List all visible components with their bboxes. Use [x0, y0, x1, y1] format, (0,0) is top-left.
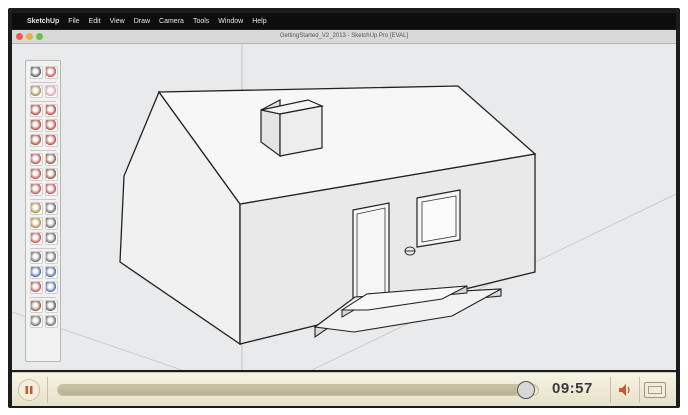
- dimension-tool-icon[interactable]: [45, 202, 58, 215]
- toolbar-separator: [30, 248, 56, 249]
- 3d-text-tool-icon[interactable]: [45, 232, 58, 245]
- section-plane-tool-icon[interactable]: [45, 315, 58, 328]
- move-tool-icon[interactable]: [30, 153, 43, 166]
- position-camera-tool-icon[interactable]: [30, 300, 43, 313]
- toolbar-separator: [30, 150, 56, 151]
- front-door: [352, 202, 390, 306]
- line-tool-icon[interactable]: [45, 104, 58, 117]
- menu-file[interactable]: File: [68, 18, 79, 25]
- tape-measure-tool-icon[interactable]: [30, 202, 43, 215]
- rectangle-tool-icon[interactable]: [30, 104, 43, 117]
- arc-tool-icon[interactable]: [45, 119, 58, 132]
- house-model-scene: [12, 44, 676, 370]
- scale-tool-icon[interactable]: [30, 183, 43, 196]
- pause-icon: [25, 386, 33, 394]
- freehand-tool-icon[interactable]: [45, 134, 58, 147]
- zoom-tool-icon[interactable]: [30, 266, 43, 279]
- look-around-tool-icon[interactable]: [30, 315, 43, 328]
- window-title-bar: GettingStarted_V2_2013 - SketchUp Pro [E…: [12, 30, 676, 44]
- offset-tool-icon[interactable]: [45, 183, 58, 196]
- window-title: GettingStarted_V2_2013 - SketchUp Pro [E…: [279, 33, 409, 39]
- protractor-tool-icon[interactable]: [30, 217, 43, 230]
- control-divider: [610, 377, 611, 403]
- video-player-controls: 09:57: [12, 372, 676, 406]
- toolbar-separator: [30, 199, 56, 200]
- zoom-extents-tool-icon[interactable]: [30, 281, 43, 294]
- select-tool-icon[interactable]: [30, 66, 43, 79]
- toolbar-separator: [30, 297, 56, 298]
- previous-view-tool-icon[interactable]: [45, 281, 58, 294]
- time-display: 09:57: [552, 380, 593, 397]
- seek-bar[interactable]: [57, 381, 539, 399]
- control-divider: [47, 377, 48, 403]
- modeling-viewport[interactable]: [12, 44, 676, 370]
- volume-icon[interactable]: [616, 381, 634, 399]
- menu-tools[interactable]: Tools: [193, 18, 209, 25]
- push-pull-tool-icon[interactable]: [45, 153, 58, 166]
- polygon-tool-icon[interactable]: [30, 134, 43, 147]
- seek-bar-played: [58, 385, 520, 395]
- window-pane: [421, 195, 457, 243]
- eraser-tool-icon[interactable]: [45, 85, 58, 98]
- make-component-tool-icon[interactable]: [45, 66, 58, 79]
- menu-edit[interactable]: Edit: [89, 18, 101, 25]
- pan-tool-icon[interactable]: [45, 251, 58, 264]
- chimney-front: [279, 105, 323, 157]
- toolbar-separator: [30, 101, 56, 102]
- menu-draw[interactable]: Draw: [134, 18, 150, 25]
- menu-help[interactable]: Help: [252, 18, 266, 25]
- paint-bucket-tool-icon[interactable]: [30, 85, 43, 98]
- menu-window[interactable]: Window: [218, 18, 243, 25]
- large-tool-set-palette: [25, 60, 61, 362]
- seek-handle[interactable]: [517, 381, 535, 399]
- axes-tool-icon[interactable]: [30, 232, 43, 245]
- text-tool-icon[interactable]: [45, 217, 58, 230]
- toolbar-separator: [30, 82, 56, 83]
- menu-view[interactable]: View: [110, 18, 125, 25]
- menu-camera[interactable]: Camera: [159, 18, 184, 25]
- follow-me-tool-icon[interactable]: [45, 168, 58, 181]
- rotate-tool-icon[interactable]: [30, 168, 43, 181]
- pause-button[interactable]: [18, 379, 40, 401]
- orbit-tool-icon[interactable]: [30, 251, 43, 264]
- menu-bar: SketchUp File Edit View Draw Camera Tool…: [12, 13, 676, 29]
- control-divider: [639, 377, 640, 403]
- fullscreen-button[interactable]: [644, 382, 666, 398]
- circle-tool-icon[interactable]: [30, 119, 43, 132]
- zoom-window-tool-icon[interactable]: [45, 266, 58, 279]
- walk-tool-icon[interactable]: [45, 300, 58, 313]
- menu-app-name[interactable]: SketchUp: [27, 18, 59, 25]
